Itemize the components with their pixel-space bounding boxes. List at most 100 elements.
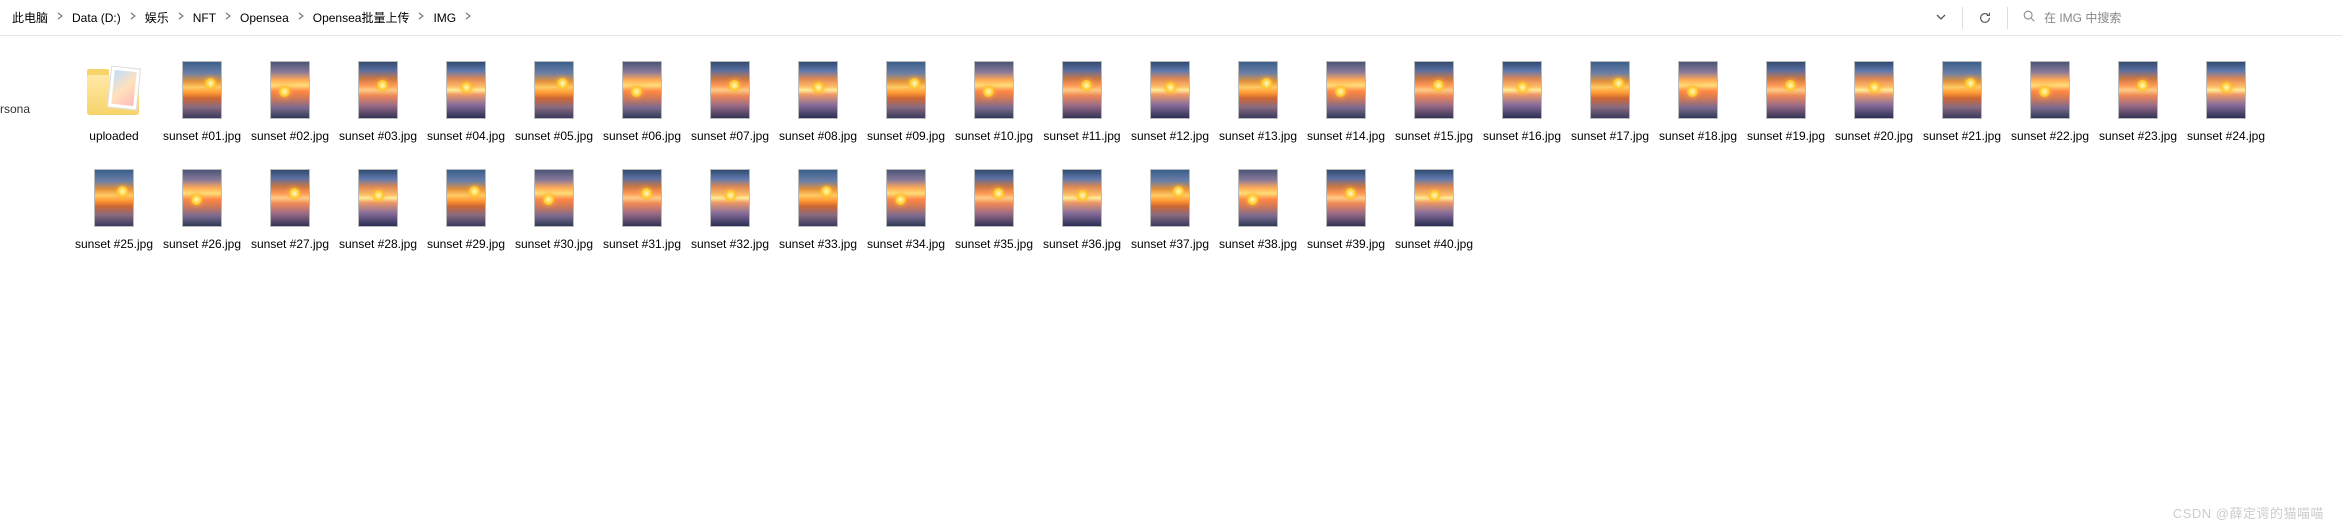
- item-label: sunset #24.jpg: [2187, 128, 2265, 144]
- file-item[interactable]: sunset #34.jpg: [862, 162, 950, 252]
- file-item[interactable]: sunset #12.jpg: [1126, 54, 1214, 144]
- file-item[interactable]: sunset #17.jpg: [1566, 54, 1654, 144]
- file-item[interactable]: sunset #10.jpg: [950, 54, 1038, 144]
- item-label: sunset #27.jpg: [251, 236, 329, 252]
- image-thumbnail: [1838, 54, 1910, 126]
- file-item[interactable]: sunset #32.jpg: [686, 162, 774, 252]
- image-thumbnail: [342, 162, 414, 234]
- refresh-button[interactable]: [1969, 4, 2001, 32]
- file-item[interactable]: sunset #33.jpg: [774, 162, 862, 252]
- image-thumbnail: [1486, 54, 1558, 126]
- item-label: sunset #16.jpg: [1483, 128, 1561, 144]
- file-item[interactable]: sunset #08.jpg: [774, 54, 862, 144]
- item-label: sunset #19.jpg: [1747, 128, 1825, 144]
- image-thumbnail: [1222, 54, 1294, 126]
- search-box[interactable]: [2014, 4, 2334, 32]
- breadcrumb-segment[interactable]: 娱乐: [145, 9, 169, 26]
- file-item[interactable]: sunset #14.jpg: [1302, 54, 1390, 144]
- file-item[interactable]: sunset #03.jpg: [334, 54, 422, 144]
- breadcrumb-segment[interactable]: IMG: [433, 11, 456, 25]
- file-item[interactable]: sunset #20.jpg: [1830, 54, 1918, 144]
- image-thumbnail: [430, 162, 502, 234]
- file-item[interactable]: sunset #31.jpg: [598, 162, 686, 252]
- folder-thumbnail: [78, 54, 150, 126]
- item-label: sunset #23.jpg: [2099, 128, 2177, 144]
- image-thumbnail: [958, 54, 1030, 126]
- item-label: sunset #15.jpg: [1395, 128, 1473, 144]
- breadcrumb-segment[interactable]: Opensea: [240, 11, 289, 25]
- file-item[interactable]: sunset #09.jpg: [862, 54, 950, 144]
- file-item[interactable]: sunset #36.jpg: [1038, 162, 1126, 252]
- file-item[interactable]: sunset #04.jpg: [422, 54, 510, 144]
- item-label: sunset #20.jpg: [1835, 128, 1913, 144]
- file-item[interactable]: sunset #05.jpg: [510, 54, 598, 144]
- item-label: sunset #10.jpg: [955, 128, 1033, 144]
- file-item[interactable]: sunset #39.jpg: [1302, 162, 1390, 252]
- image-thumbnail: [518, 54, 590, 126]
- breadcrumb-segment[interactable]: Opensea批量上传: [313, 9, 410, 26]
- file-item[interactable]: sunset #11.jpg: [1038, 54, 1126, 144]
- item-label: sunset #37.jpg: [1131, 236, 1209, 252]
- item-label: sunset #36.jpg: [1043, 236, 1121, 252]
- search-input[interactable]: [2044, 11, 2326, 25]
- image-thumbnail: [166, 54, 238, 126]
- item-label: sunset #02.jpg: [251, 128, 329, 144]
- breadcrumb-segment[interactable]: NFT: [193, 11, 216, 25]
- image-thumbnail: [694, 54, 766, 126]
- image-thumbnail: [166, 162, 238, 234]
- image-thumbnail: [1046, 162, 1118, 234]
- file-item[interactable]: sunset #40.jpg: [1390, 162, 1478, 252]
- image-thumbnail: [1662, 54, 1734, 126]
- file-item[interactable]: sunset #35.jpg: [950, 162, 1038, 252]
- file-item[interactable]: sunset #18.jpg: [1654, 54, 1742, 144]
- file-item[interactable]: sunset #23.jpg: [2094, 54, 2182, 144]
- file-item[interactable]: sunset #26.jpg: [158, 162, 246, 252]
- item-label: sunset #07.jpg: [691, 128, 769, 144]
- file-item[interactable]: sunset #16.jpg: [1478, 54, 1566, 144]
- image-thumbnail: [1134, 54, 1206, 126]
- image-thumbnail: [1398, 54, 1470, 126]
- chevron-right-icon: [462, 12, 474, 23]
- file-item[interactable]: sunset #28.jpg: [334, 162, 422, 252]
- item-label: sunset #08.jpg: [779, 128, 857, 144]
- chevron-right-icon: [54, 12, 66, 23]
- image-thumbnail: [1310, 162, 1382, 234]
- file-item[interactable]: sunset #13.jpg: [1214, 54, 1302, 144]
- item-label: uploaded: [89, 128, 138, 144]
- image-thumbnail: [518, 162, 590, 234]
- file-item[interactable]: sunset #01.jpg: [158, 54, 246, 144]
- file-item[interactable]: sunset #38.jpg: [1214, 162, 1302, 252]
- image-thumbnail: [2190, 54, 2262, 126]
- item-label: sunset #28.jpg: [339, 236, 417, 252]
- folder-item[interactable]: uploaded: [70, 54, 158, 144]
- image-thumbnail: [1750, 54, 1822, 126]
- breadcrumb-segment[interactable]: Data (D:): [72, 11, 121, 25]
- file-item[interactable]: sunset #30.jpg: [510, 162, 598, 252]
- sidebar-fragment: rsona: [0, 100, 32, 118]
- image-thumbnail: [606, 162, 678, 234]
- search-icon: [2022, 9, 2036, 26]
- file-item[interactable]: sunset #06.jpg: [598, 54, 686, 144]
- file-item[interactable]: sunset #19.jpg: [1742, 54, 1830, 144]
- file-item[interactable]: sunset #29.jpg: [422, 162, 510, 252]
- item-label: sunset #18.jpg: [1659, 128, 1737, 144]
- file-item[interactable]: sunset #02.jpg: [246, 54, 334, 144]
- item-label: sunset #14.jpg: [1307, 128, 1385, 144]
- image-thumbnail: [782, 54, 854, 126]
- item-label: sunset #06.jpg: [603, 128, 681, 144]
- file-item[interactable]: sunset #21.jpg: [1918, 54, 2006, 144]
- file-item[interactable]: sunset #22.jpg: [2006, 54, 2094, 144]
- item-label: sunset #40.jpg: [1395, 236, 1473, 252]
- file-item[interactable]: sunset #27.jpg: [246, 162, 334, 252]
- file-item[interactable]: sunset #25.jpg: [70, 162, 158, 252]
- image-thumbnail: [78, 162, 150, 234]
- item-label: sunset #21.jpg: [1923, 128, 2001, 144]
- breadcrumb-segment[interactable]: 此电脑: [12, 9, 48, 26]
- breadcrumb[interactable]: 此电脑 Data (D:) 娱乐 NFT Opensea Opensea批量上传 IMG: [8, 9, 1922, 26]
- file-item[interactable]: sunset #24.jpg: [2182, 54, 2270, 144]
- file-item[interactable]: sunset #37.jpg: [1126, 162, 1214, 252]
- file-item[interactable]: sunset #07.jpg: [686, 54, 774, 144]
- history-dropdown-icon[interactable]: [1926, 5, 1956, 31]
- image-thumbnail: [1926, 54, 1998, 126]
- file-item[interactable]: sunset #15.jpg: [1390, 54, 1478, 144]
